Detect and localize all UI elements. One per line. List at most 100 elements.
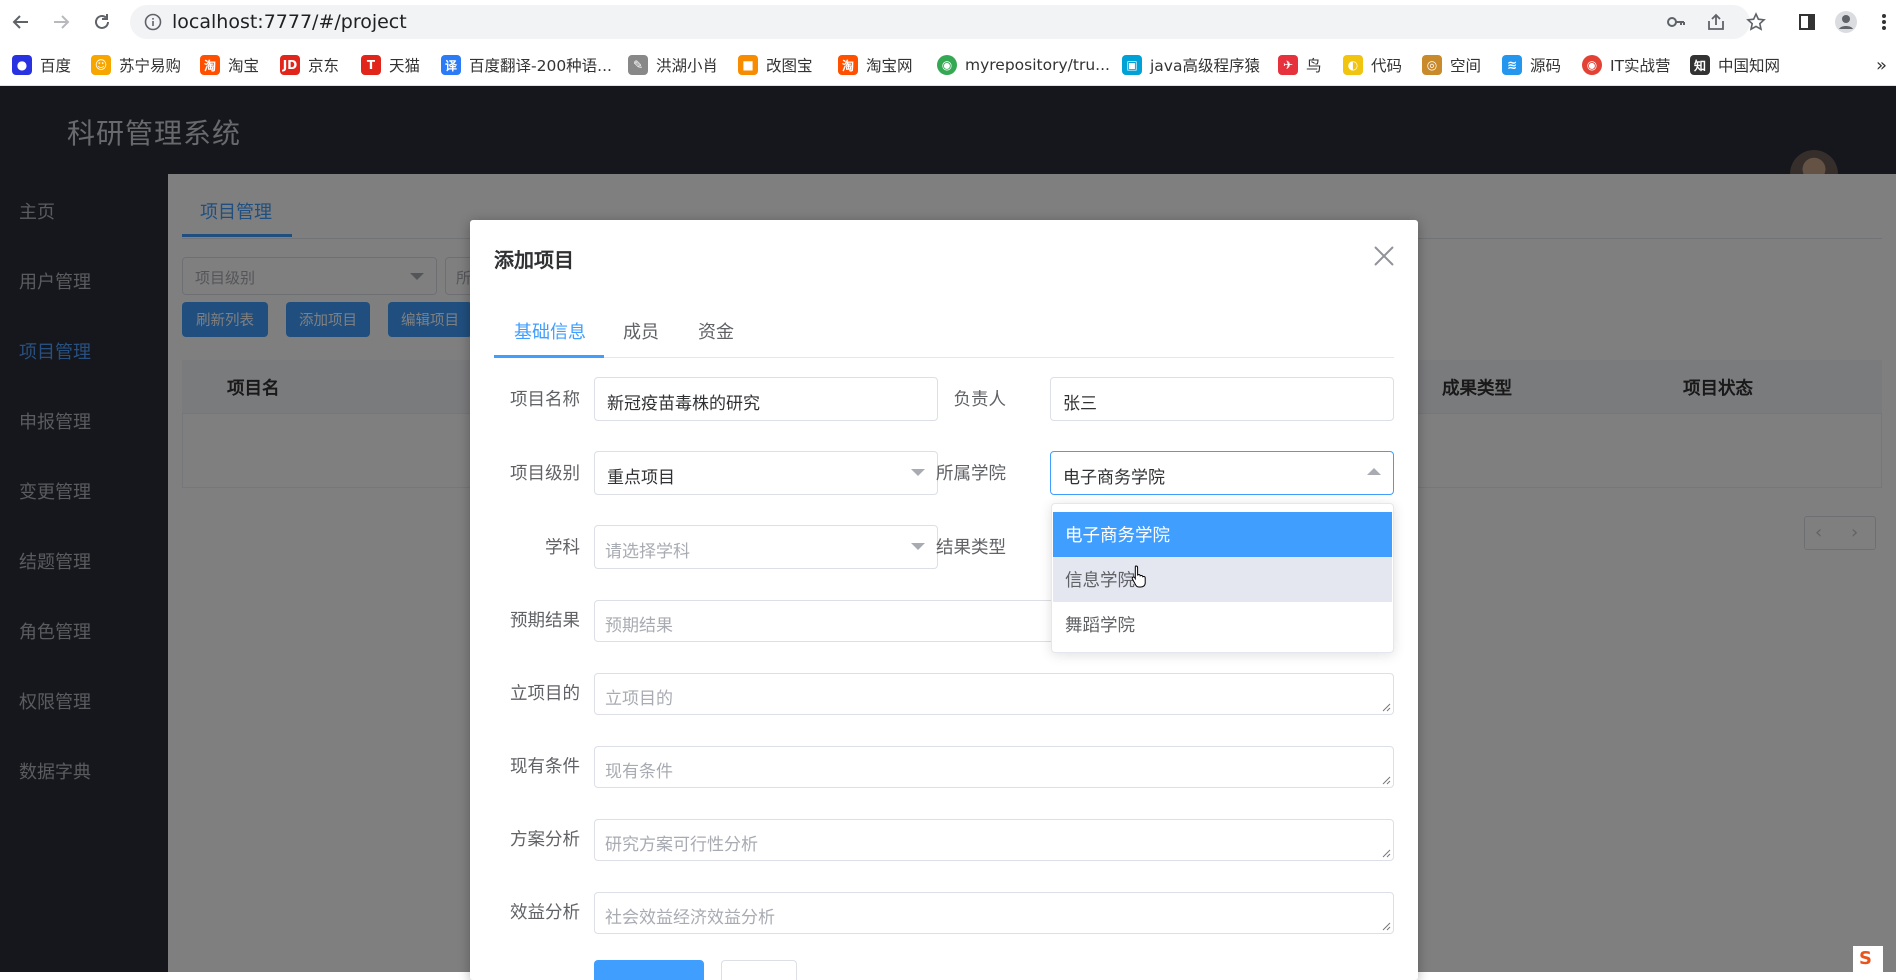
hand-cursor-icon bbox=[1131, 565, 1146, 588]
project-level-label: 项目级别 bbox=[510, 464, 580, 484]
bookmark-label: java高级程序猿 bbox=[1150, 57, 1260, 75]
bookmark-myrepository[interactable]: ◉ myrepository/tru... bbox=[937, 53, 1110, 77]
plan-analysis-label: 方案分析 bbox=[510, 830, 580, 850]
bookmark-jd[interactable]: JD 京东 bbox=[280, 53, 339, 77]
resize-handle-icon[interactable] bbox=[1381, 848, 1391, 858]
result-type-label: 结果类型 bbox=[936, 538, 1006, 558]
bookmark-label: 改图宝 bbox=[766, 57, 813, 75]
plan-analysis-placeholder: 研究方案可行性分析 bbox=[605, 835, 758, 855]
benefit-analysis-placeholder: 社会效益经济效益分析 bbox=[605, 908, 775, 928]
purpose-placeholder: 立项目的 bbox=[605, 689, 673, 709]
tab-basic-info[interactable]: 基础信息 bbox=[514, 318, 586, 344]
code-leaf-icon: ◐ bbox=[1343, 55, 1363, 75]
baidu-translate-icon: 译 bbox=[441, 55, 461, 75]
forward-button[interactable] bbox=[45, 6, 77, 38]
ime-logo-icon: S bbox=[1853, 946, 1883, 972]
taobao-net-icon: 淘 bbox=[838, 55, 858, 75]
bookmark-taobao-net[interactable]: 淘淘宝网 bbox=[838, 53, 913, 77]
bookmark-label: 中国知网 bbox=[1718, 57, 1781, 75]
chevron-up-icon bbox=[1367, 468, 1381, 475]
bookmark-baidu[interactable]: ● 百度 bbox=[12, 53, 71, 77]
resize-handle-icon[interactable] bbox=[1381, 775, 1391, 785]
bookmark-label: 百度翻译-200种语... bbox=[469, 57, 612, 75]
leader-input[interactable]: 张三 bbox=[1050, 377, 1394, 421]
bookmark-code[interactable]: ◐ 代码 bbox=[1343, 53, 1402, 77]
bookmark-bird[interactable]: ✈ 鸟 bbox=[1278, 53, 1322, 77]
chrome-logo-icon: ◉ bbox=[937, 55, 957, 75]
side-panel-icon[interactable] bbox=[1795, 10, 1819, 34]
conditions-placeholder: 现有条件 bbox=[605, 762, 673, 782]
arrow-left-icon bbox=[12, 15, 28, 29]
tab-members[interactable]: 成员 bbox=[623, 318, 659, 344]
bookmark-baidu-translate[interactable]: 译百度翻译-200种语... bbox=[441, 53, 612, 77]
taobao-icon: 淘 bbox=[200, 55, 220, 75]
jd-icon: JD bbox=[280, 55, 300, 75]
close-button[interactable] bbox=[1368, 240, 1400, 272]
bookmark-taobao[interactable]: 淘淘宝 bbox=[200, 53, 259, 77]
purpose-textarea[interactable]: 立项目的 bbox=[594, 673, 1394, 715]
back-button[interactable] bbox=[5, 6, 37, 38]
bookmark-cnki[interactable]: 知中国知网 bbox=[1690, 53, 1780, 77]
expected-result-placeholder: 预期结果 bbox=[605, 616, 673, 636]
bookmark-label: myrepository/tru... bbox=[965, 56, 1110, 74]
bookmark-java[interactable]: ▣ java高级程序猿 bbox=[1122, 53, 1260, 77]
benefit-analysis-textarea[interactable]: 社会效益经济效益分析 bbox=[594, 892, 1394, 934]
resize-handle-icon[interactable] bbox=[1381, 921, 1391, 931]
dialog-title: 添加项目 bbox=[494, 248, 574, 272]
share-icon[interactable] bbox=[1704, 10, 1728, 34]
project-name-value: 新冠疫苗毒株的研究 bbox=[607, 394, 760, 414]
bookmarks-more-button[interactable]: » bbox=[1876, 53, 1887, 77]
info-icon[interactable] bbox=[144, 13, 162, 31]
college-option-dance[interactable]: 舞蹈学院 bbox=[1053, 602, 1392, 647]
bookmark-star-icon[interactable] bbox=[1744, 10, 1768, 34]
bookmark-tmall[interactable]: T 天猫 bbox=[361, 53, 420, 77]
project-level-value: 重点项目 bbox=[607, 468, 675, 488]
subject-select[interactable]: 请选择学科 bbox=[594, 525, 938, 569]
bookmark-label: IT实战营 bbox=[1610, 57, 1671, 75]
feather-icon: ✎ bbox=[628, 55, 648, 75]
profile-icon[interactable] bbox=[1834, 10, 1858, 34]
url-text[interactable]: localhost:7777/#/project bbox=[172, 11, 407, 33]
college-option-ecommerce[interactable]: 电子商务学院 bbox=[1053, 512, 1392, 557]
expected-result-label: 预期结果 bbox=[510, 611, 580, 631]
bookmark-honghu[interactable]: ✎ 洪湖小肖 bbox=[628, 53, 718, 77]
bookmark-suning[interactable]: ☺ 苏宁易购 bbox=[91, 53, 181, 77]
project-level-select[interactable]: 重点项目 bbox=[594, 451, 938, 495]
bilibili-icon: ▣ bbox=[1122, 55, 1142, 75]
conditions-label: 现有条件 bbox=[510, 757, 580, 777]
bookmark-label: 淘宝 bbox=[228, 57, 260, 75]
plan-analysis-textarea[interactable]: 研究方案可行性分析 bbox=[594, 819, 1394, 861]
bookmark-label: 洪湖小肖 bbox=[656, 57, 719, 75]
bookmark-gaitubao[interactable]: ■ 改图宝 bbox=[738, 53, 813, 77]
close-icon bbox=[1374, 246, 1394, 266]
bird-icon: ✈ bbox=[1278, 55, 1298, 75]
bookmark-it[interactable]: ◉ IT实战营 bbox=[1582, 53, 1671, 77]
college-option-information[interactable]: 信息学院 bbox=[1053, 557, 1392, 602]
cancel-button[interactable] bbox=[721, 960, 797, 980]
reload-button[interactable] bbox=[86, 6, 118, 38]
docker-whale-icon: ≋ bbox=[1502, 55, 1522, 75]
bookmark-space[interactable]: ◎ 空间 bbox=[1422, 53, 1481, 77]
resize-handle-icon[interactable] bbox=[1381, 702, 1391, 712]
bookmark-label: 苏宁易购 bbox=[119, 57, 182, 75]
bookmark-source[interactable]: ≋ 源码 bbox=[1502, 53, 1561, 77]
menu-dots-icon[interactable] bbox=[1872, 10, 1896, 34]
conditions-textarea[interactable]: 现有条件 bbox=[594, 746, 1394, 788]
tab-funds[interactable]: 资金 bbox=[698, 318, 734, 344]
bookmark-label: 源码 bbox=[1530, 57, 1562, 75]
chrome-red-icon: ◉ bbox=[1582, 55, 1602, 75]
suning-lion-icon: ☺ bbox=[91, 55, 111, 75]
reload-icon bbox=[95, 14, 109, 29]
bookmark-label: 代码 bbox=[1371, 57, 1403, 75]
subject-placeholder: 请选择学科 bbox=[605, 542, 690, 562]
address-bar[interactable]: localhost:7777/#/project bbox=[130, 5, 1750, 39]
college-label: 所属学院 bbox=[936, 464, 1006, 484]
benefit-analysis-label: 效益分析 bbox=[510, 903, 580, 923]
confirm-button[interactable] bbox=[594, 960, 704, 980]
key-icon[interactable] bbox=[1664, 10, 1688, 34]
project-name-input[interactable]: 新冠疫苗毒株的研究 bbox=[594, 377, 938, 421]
leader-label: 负责人 bbox=[953, 390, 1007, 410]
space-icon: ◎ bbox=[1422, 55, 1442, 75]
dialog-tab-active-indicator bbox=[494, 355, 604, 358]
college-select[interactable]: 电子商务学院 bbox=[1050, 451, 1394, 495]
